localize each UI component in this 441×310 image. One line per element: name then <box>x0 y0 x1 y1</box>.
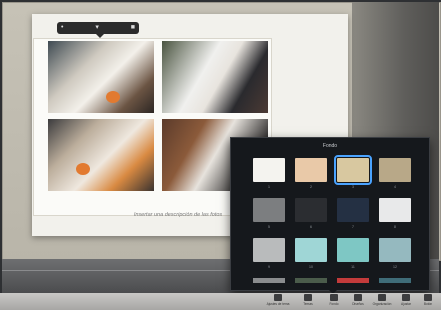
background-swatch[interactable] <box>379 158 411 182</box>
layout-icon <box>354 294 362 301</box>
photo-3[interactable] <box>48 119 154 191</box>
toolbar-button-adjust[interactable]: Ajustar <box>394 293 418 310</box>
swatch-number: 6 <box>310 225 312 229</box>
background-swatch-strip[interactable] <box>295 278 327 283</box>
toolbar-label: Fondo <box>329 302 339 306</box>
toolbar-label: Ajustar <box>401 302 411 306</box>
toolbar-label: Temas <box>303 302 313 306</box>
swatch-number: 12 <box>393 265 397 269</box>
background-swatch[interactable] <box>295 238 327 262</box>
toolbar-button-button[interactable]: Botón <box>416 293 440 310</box>
background-swatch[interactable] <box>253 158 285 182</box>
bottom-toolbar: Ajustes de tema Temas Fondo Diseños Organiza… <box>0 293 441 310</box>
toolbar-button-layout[interactable]: Diseños <box>346 293 370 310</box>
photo-toolbar-right-button[interactable]: ■ <box>131 22 135 34</box>
swatch-number: 7 <box>352 225 354 229</box>
background-swatch-strip[interactable] <box>337 278 369 283</box>
background-swatch[interactable] <box>253 238 285 262</box>
arrange-icon <box>378 294 386 301</box>
background-swatch-panel: Fondo 1 2 3 4 5 6 7 8 9 10 11 12 <box>230 137 430 291</box>
background-swatch[interactable] <box>253 198 285 222</box>
adjust-icon <box>402 294 410 301</box>
photo-toolbar-pointer <box>96 34 104 38</box>
background-icon <box>330 294 338 301</box>
swatch-number: 9 <box>268 265 270 269</box>
bouquet-detail <box>106 91 120 103</box>
background-swatch-strip[interactable] <box>379 278 411 283</box>
toolbar-label: Ajustes de tema <box>266 302 290 306</box>
panel-title: Fondo <box>322 143 338 149</box>
toolbar-button-gear[interactable]: Ajustes de tema <box>266 293 290 310</box>
background-swatch-strip[interactable] <box>253 278 285 283</box>
themes-icon <box>304 294 312 301</box>
background-swatch[interactable] <box>379 238 411 262</box>
toolbar-label: Botón <box>423 302 433 306</box>
background-swatch[interactable] <box>334 155 372 185</box>
photo-toolbar: • ▾ ■ <box>57 22 139 34</box>
swatch-number: 10 <box>309 265 313 269</box>
gear-icon <box>274 294 282 301</box>
background-swatch[interactable] <box>337 238 369 262</box>
swatch-number: 4 <box>394 185 396 189</box>
swatch-number: 2 <box>310 185 312 189</box>
background-swatch[interactable] <box>295 158 327 182</box>
toolbar-button-background[interactable]: Fondo <box>322 293 346 310</box>
photo-toolbar-menu-button[interactable]: ▾ <box>95 22 99 34</box>
swatch-number: 3 <box>352 185 354 189</box>
toolbar-label: Diseños <box>352 302 364 306</box>
background-swatch[interactable] <box>379 198 411 222</box>
background-swatch[interactable] <box>337 198 369 222</box>
button-icon <box>424 294 432 301</box>
toolbar-label: Organización <box>372 302 392 306</box>
photo-2[interactable] <box>162 41 268 113</box>
background-swatch[interactable] <box>295 198 327 222</box>
swatch-number: 8 <box>394 225 396 229</box>
bouquet-detail <box>76 163 90 175</box>
swatch-number: 11 <box>351 265 355 269</box>
photo-1[interactable] <box>48 41 154 113</box>
swatch-number: 1 <box>268 185 270 189</box>
toolbar-button-themes[interactable]: Temas <box>296 293 320 310</box>
toolbar-button-arrange[interactable]: Organización <box>370 293 394 310</box>
photo-toolbar-left-button[interactable]: • <box>61 22 63 34</box>
swatch-number: 5 <box>268 225 270 229</box>
photo-caption[interactable]: Insertar una descripción de las fotos <box>108 212 248 218</box>
